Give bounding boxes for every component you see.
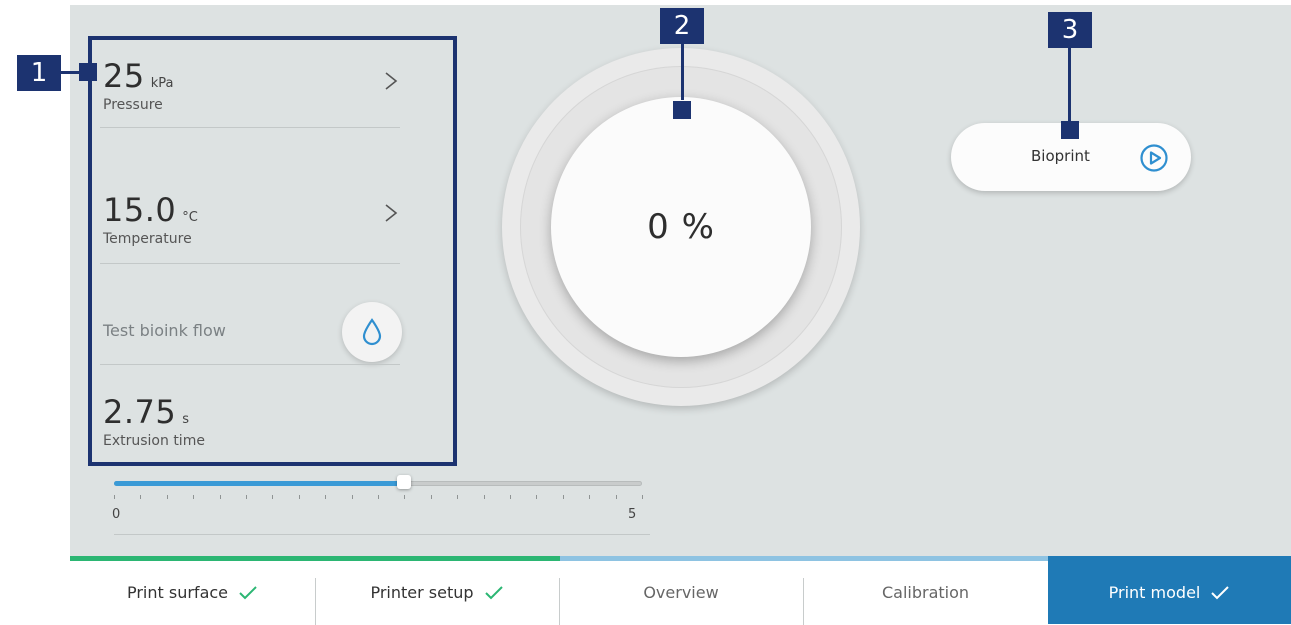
bioprint-label: Bioprint [1031, 147, 1090, 165]
callout-2-leader [681, 44, 684, 100]
slider-tick [378, 495, 379, 499]
slider-tick [510, 495, 511, 499]
slider-tick [457, 495, 458, 499]
callout-1: 1 [17, 55, 61, 91]
slider-tick [589, 495, 590, 499]
step-label: Print surface [126, 583, 229, 602]
slider-tick [193, 495, 194, 499]
slider-tick [299, 495, 300, 499]
step-printer-setup[interactable]: Printer setup [315, 561, 559, 624]
extrusion-time-slider[interactable]: 0 5 [112, 475, 644, 535]
slider-tick [246, 495, 247, 499]
step-print-surface[interactable]: Print surface [70, 561, 315, 624]
callout-2-marker [673, 101, 691, 119]
slider-tick [114, 495, 115, 499]
divider [114, 534, 650, 535]
slider-tick [352, 495, 353, 499]
slider-tick [642, 495, 643, 499]
callout-2: 2 [660, 8, 704, 44]
step-print-model[interactable]: Print model [1048, 561, 1291, 624]
slider-tick [140, 495, 141, 499]
slider-min-label: 0 [112, 507, 121, 522]
step-bar: Print surface Printer setup Overview Cal… [70, 561, 1291, 625]
slider-tick [536, 495, 537, 499]
slider-tick [167, 495, 168, 499]
step-label: Printer setup [370, 583, 474, 602]
slider-tick [484, 495, 485, 499]
callout-highlight-box [88, 36, 457, 466]
callout-3: 3 [1048, 12, 1092, 48]
slider-tick [325, 495, 326, 499]
slider-tick [616, 495, 617, 499]
slider-tick [272, 495, 273, 499]
step-label: Print model [1108, 583, 1201, 602]
check-icon [239, 585, 257, 599]
slider-tick [563, 495, 564, 499]
slider-tick [431, 495, 432, 499]
slider-tick [220, 495, 221, 499]
slider-max-label: 5 [628, 507, 637, 522]
step-calibration[interactable]: Calibration [803, 561, 1048, 624]
step-label: Calibration [881, 583, 970, 602]
callout-1-marker [79, 63, 97, 81]
step-overview[interactable]: Overview [559, 561, 803, 624]
check-icon [1211, 585, 1230, 599]
slider-ticks [114, 495, 643, 499]
step-label: Overview [643, 583, 719, 602]
progress-dial: 0 % [551, 97, 811, 357]
play-circle-icon [1140, 144, 1168, 172]
callout-3-marker [1061, 121, 1079, 139]
check-icon [484, 585, 503, 599]
callout-3-leader [1068, 48, 1071, 122]
progress-percent: 0 % [647, 207, 715, 247]
slider-thumb[interactable] [397, 475, 411, 489]
slider-fill [114, 481, 404, 486]
slider-tick [404, 495, 405, 499]
